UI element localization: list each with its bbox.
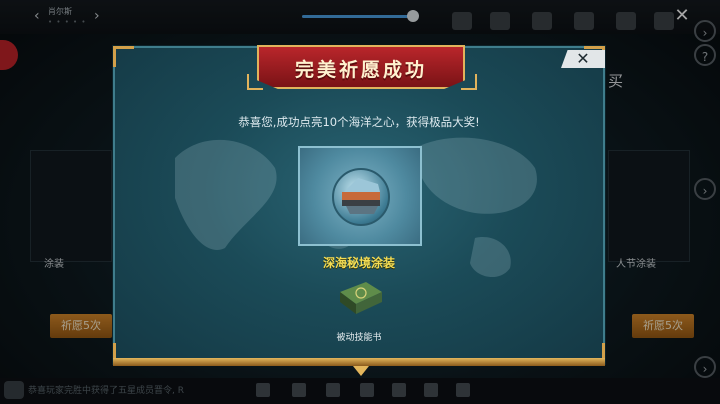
frame-bottom-rail: [113, 358, 605, 366]
dialog-title: 完美祈愿成功: [294, 59, 427, 81]
skill-book-icon[interactable]: [336, 280, 386, 318]
skin-reward-icon: [332, 168, 390, 226]
skill-book-label: 被动技能书: [336, 333, 382, 343]
title-banner: 完美祈愿成功: [257, 45, 465, 89]
frame-corner: [113, 46, 134, 67]
success-message: 恭喜您,成功点亮10个海洋之心，获得极品大奖!: [238, 115, 480, 129]
dialog-close-button[interactable]: ✕: [561, 50, 605, 68]
wish-success-dialog: 完美祈愿成功 ✕ 恭喜您,成功点亮10个海洋之心，获得极品大奖! 深海秘境涂装 …: [113, 45, 605, 376]
reward-item-card[interactable]: [298, 146, 422, 246]
frame-bottom-chevron: [353, 366, 369, 376]
reward-name: 深海秘境涂装: [322, 256, 395, 270]
